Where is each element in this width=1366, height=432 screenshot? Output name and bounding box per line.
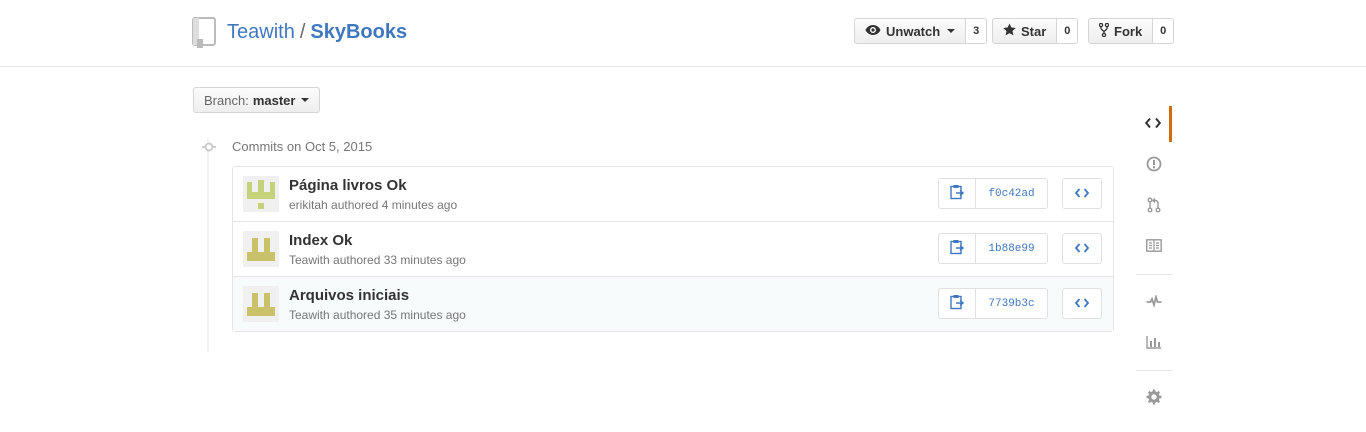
unwatch-label: Unwatch: [886, 23, 941, 39]
sidebar-divider: [1136, 274, 1172, 275]
commit-meta: Teawith authored 33 minutes ago: [289, 253, 466, 267]
watch-count[interactable]: 3: [966, 18, 988, 44]
commit-row: Index Ok Teawith authored 33 minutes ago…: [233, 221, 1113, 276]
commit-row: Página livros Ok erikitah authored 4 min…: [233, 167, 1113, 221]
avatar[interactable]: [243, 286, 279, 322]
wiki-icon: [1146, 239, 1162, 255]
nav-graphs[interactable]: [1136, 325, 1172, 361]
commit-node-icon: [202, 141, 216, 153]
clipboard-icon: [950, 239, 965, 258]
commit-action: authored: [333, 308, 381, 322]
commit-action: authored: [331, 198, 379, 212]
repo-title: Teawith / SkyBooks: [227, 18, 407, 46]
branch-value: master: [252, 92, 296, 108]
star-count[interactable]: 0: [1057, 18, 1079, 44]
commit-message-link[interactable]: Index Ok: [289, 232, 352, 249]
commit-sha-link[interactable]: 1b88e99: [976, 233, 1048, 264]
issues-icon: [1146, 156, 1162, 175]
eye-icon: [865, 24, 881, 39]
clipboard-icon: [950, 294, 965, 313]
graphs-icon: [1146, 335, 1162, 352]
commit-author-link[interactable]: erikitah: [289, 198, 328, 212]
nav-issues[interactable]: [1136, 147, 1172, 183]
commit-time: 35 minutes ago: [383, 308, 466, 322]
nav-pulse[interactable]: [1136, 284, 1172, 320]
pull-requests-icon: [1147, 197, 1161, 216]
browse-files-button[interactable]: [1062, 178, 1102, 209]
repo-book-icon: [192, 17, 218, 52]
commits-date-heading: Commits on Oct 5, 2015: [232, 139, 373, 154]
code-icon: [1074, 187, 1090, 201]
nav-pull-requests[interactable]: [1136, 188, 1172, 224]
unwatch-button[interactable]: Unwatch: [854, 18, 967, 44]
commit-meta: erikitah authored 4 minutes ago: [289, 198, 457, 212]
browse-files-button[interactable]: [1062, 288, 1102, 319]
sha-group: 7739b3c: [938, 288, 1048, 319]
settings-icon: [1146, 389, 1162, 408]
chevron-down-icon: [947, 29, 956, 33]
copy-sha-button[interactable]: [938, 178, 976, 209]
commit-time: 4 minutes ago: [381, 198, 458, 212]
commit-list: Página livros Ok erikitah authored 4 min…: [232, 166, 1114, 332]
avatar[interactable]: [243, 231, 279, 267]
branch-label: Branch:: [204, 92, 249, 108]
avatar[interactable]: [243, 176, 279, 212]
sidebar-divider: [1136, 370, 1172, 371]
fork-icon: [1098, 22, 1110, 40]
branch-select[interactable]: Branch: master: [193, 87, 321, 113]
repo-title-separator: /: [299, 21, 306, 43]
nav-wiki[interactable]: [1136, 229, 1172, 265]
commit-action: authored: [333, 253, 381, 267]
browse-files-button[interactable]: [1062, 233, 1102, 264]
commit-row: Arquivos iniciais Teawith authored 35 mi…: [233, 276, 1113, 331]
nav-settings[interactable]: [1136, 380, 1172, 416]
chevron-down-icon: [301, 98, 310, 102]
clipboard-icon: [950, 184, 965, 203]
nav-code[interactable]: [1136, 106, 1172, 142]
repo-name-link[interactable]: SkyBooks: [310, 21, 407, 43]
commit-sha-link[interactable]: f0c42ad: [976, 178, 1048, 209]
fork-label: Fork: [1114, 23, 1143, 39]
repo-header: Teawith / SkyBooks Unwatch 3 Star 0 Fork 0: [0, 0, 1366, 67]
star-button[interactable]: Star: [992, 18, 1058, 44]
repo-owner-link[interactable]: Teawith: [227, 21, 295, 43]
sha-group: f0c42ad: [938, 178, 1048, 209]
star-icon: [1003, 23, 1016, 39]
fork-button[interactable]: Fork: [1088, 18, 1154, 44]
copy-sha-button[interactable]: [938, 233, 976, 264]
code-icon: [1074, 242, 1090, 256]
sha-group: 1b88e99: [938, 233, 1048, 264]
commit-message-link[interactable]: Arquivos iniciais: [289, 287, 409, 304]
commit-time: 33 minutes ago: [383, 253, 466, 267]
fork-count[interactable]: 0: [1153, 18, 1175, 44]
repo-nav-sidebar: [1136, 92, 1172, 432]
code-icon: [1074, 297, 1090, 311]
commit-sha-link[interactable]: 7739b3c: [976, 288, 1048, 319]
commit-message-link[interactable]: Página livros Ok: [289, 177, 407, 194]
pulse-icon: [1146, 293, 1162, 310]
star-label: Star: [1021, 23, 1047, 39]
commit-timeline: [207, 138, 209, 352]
watch-group: Unwatch 3: [854, 18, 988, 44]
star-group: Star 0: [992, 18, 1079, 44]
commit-author-link[interactable]: Teawith: [289, 308, 330, 322]
fork-group: Fork 0: [1088, 18, 1175, 44]
commit-meta: Teawith authored 35 minutes ago: [289, 308, 466, 322]
code-icon: [1144, 117, 1161, 132]
commit-author-link[interactable]: Teawith: [289, 253, 330, 267]
copy-sha-button[interactable]: [938, 288, 976, 319]
